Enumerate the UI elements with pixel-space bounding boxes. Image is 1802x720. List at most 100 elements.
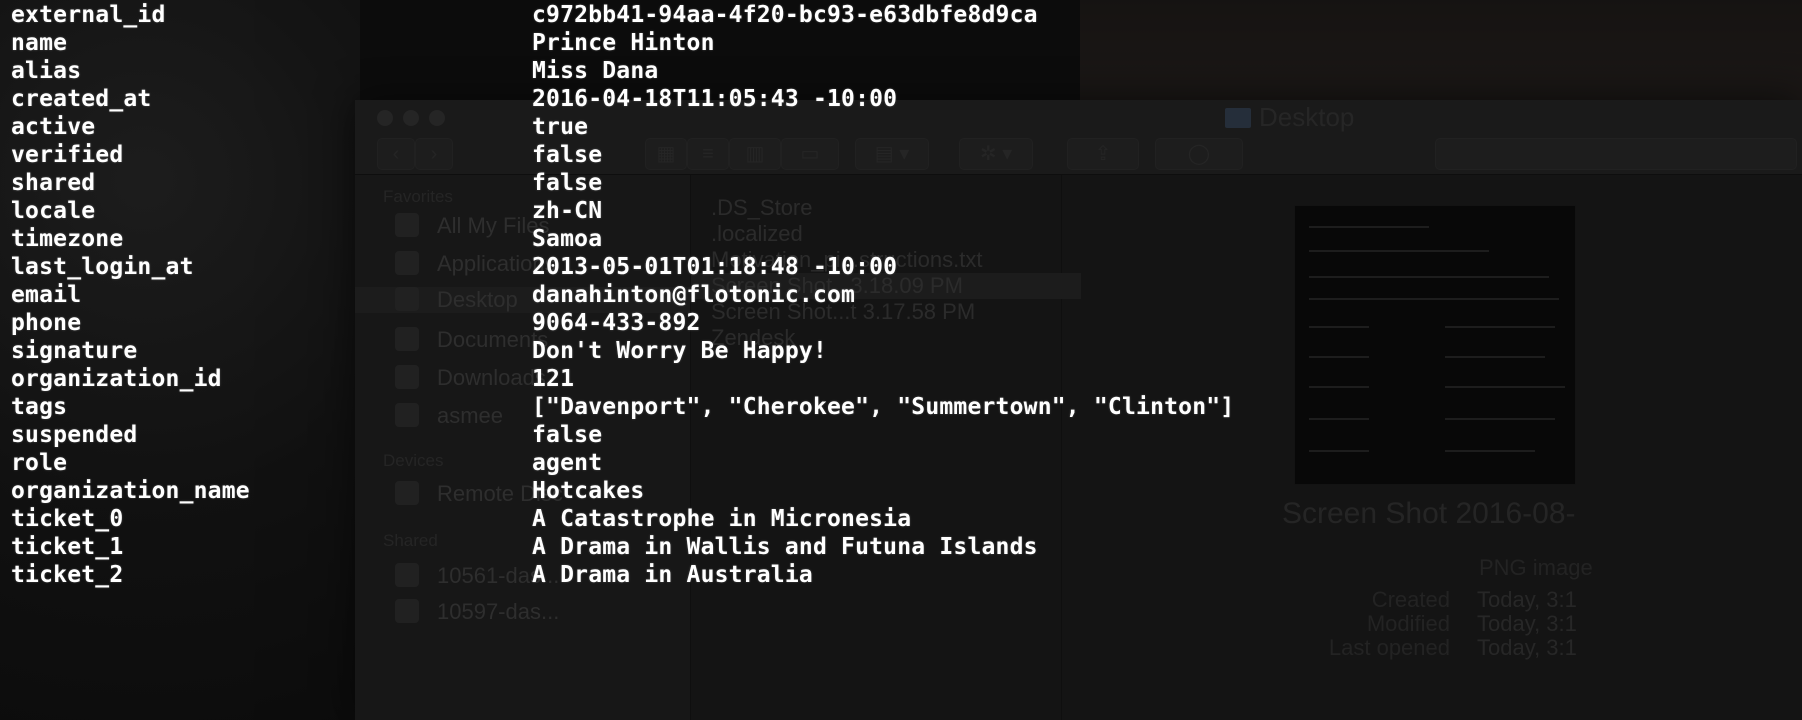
field-key: suspended <box>11 422 138 448</box>
thumbnail-line <box>1309 226 1429 228</box>
thumbnail-line <box>1309 326 1369 328</box>
field-key: signature <box>11 338 138 364</box>
thumbnail-line <box>1309 450 1369 452</box>
field-value: danahinton@flotonic.com <box>532 282 856 308</box>
field-key: role <box>11 450 68 476</box>
field-key: timezone <box>11 226 124 252</box>
field-key: ticket_2 <box>11 562 124 588</box>
finder-preview-pane: Screen Shot 2016-08- PNG image Created T… <box>1062 175 1802 720</box>
sidebar-item-label: Desktop <box>437 287 518 312</box>
field-value: 2016-04-18T11:05:43 -10:00 <box>532 86 898 112</box>
thumbnail-line <box>1445 386 1565 388</box>
network-computer-icon <box>395 599 419 623</box>
forward-button[interactable]: › <box>415 138 453 170</box>
thumbnail-line <box>1309 276 1549 278</box>
thumbnail-line <box>1309 418 1369 420</box>
field-value: ["Davenport", "Cherokee", "Summertown", … <box>532 394 1235 420</box>
field-key: ticket_1 <box>11 534 124 560</box>
field-key: active <box>11 114 96 140</box>
sidebar-item-downloads[interactable]: Downloads <box>395 365 546 391</box>
last-opened-value: Today, 3:1 <box>1477 635 1577 660</box>
search-field[interactable] <box>1435 138 1797 170</box>
sidebar-item-all-my-files[interactable]: All My Files <box>395 213 549 239</box>
list-view-button[interactable]: ≡ <box>687 138 729 170</box>
network-computer-icon <box>395 563 419 587</box>
field-value: zh-CN <box>532 198 603 224</box>
share-button[interactable]: ⇪ <box>1067 138 1139 170</box>
field-value: Don't Worry Be Happy! <box>532 338 827 364</box>
folder-icon <box>1225 108 1251 128</box>
file-item[interactable]: .DS_Store <box>711 195 813 221</box>
sidebar-item-shared-2[interactable]: 10597-das... <box>395 599 559 625</box>
field-value: Hotcakes <box>532 478 645 504</box>
last-opened-label: Last opened <box>1328 635 1450 660</box>
field-value: c972bb41-94aa-4f20-bc93-e63dbfe8d9ca <box>532 2 1038 28</box>
field-value: true <box>532 114 589 140</box>
field-key: tags <box>11 394 68 420</box>
thumbnail-line <box>1445 356 1545 358</box>
field-value: A Drama in Australia <box>532 562 813 588</box>
preview-file-name: Screen Shot 2016-08- <box>1282 497 1576 530</box>
sidebar-item-label: asmee <box>437 403 504 428</box>
disc-icon <box>395 481 419 505</box>
sidebar-item-documents[interactable]: Documents <box>395 327 548 353</box>
back-button[interactable]: ‹ <box>377 138 415 170</box>
field-key: phone <box>11 310 82 336</box>
field-key: email <box>11 282 82 308</box>
field-value: false <box>532 170 603 196</box>
field-value: 2013-05-01T01:18:48 -10:00 <box>532 254 898 280</box>
field-value: Prince Hinton <box>532 30 715 56</box>
field-key: name <box>11 30 68 56</box>
field-value: 121 <box>532 366 575 392</box>
thumbnail-line <box>1309 250 1489 252</box>
background-desktop: Desktop ‹ › ▦ ≡ ▥ ▭ ▤ ▾ ✲ ▾ ⇪ ◯ Favorite… <box>0 0 1802 720</box>
icon-view-button[interactable]: ▦ <box>645 138 687 170</box>
field-key: alias <box>11 58 82 84</box>
thumbnail-line <box>1445 450 1535 452</box>
field-key: created_at <box>11 86 152 112</box>
field-value: A Catastrophe in Micronesia <box>532 506 912 532</box>
preview-thumbnail <box>1294 205 1576 485</box>
field-key: organization_id <box>11 366 222 392</box>
desktop-icon <box>395 287 419 311</box>
action-gear-button[interactable]: ✲ ▾ <box>959 138 1033 170</box>
finder-window-title: Desktop <box>1225 102 1354 133</box>
close-window-button[interactable] <box>377 110 393 126</box>
field-value: Miss Dana <box>532 58 659 84</box>
field-value: Samoa <box>532 226 603 252</box>
files-icon <box>395 213 419 237</box>
field-key: external_id <box>11 2 166 28</box>
background-image-top <box>1080 0 1802 110</box>
thumbnail-line <box>1445 326 1555 328</box>
field-key: organization_name <box>11 478 250 504</box>
field-value: A Drama in Wallis and Futuna Islands <box>532 534 1038 560</box>
cover-flow-button[interactable]: ▭ <box>781 138 839 170</box>
zoom-window-button[interactable] <box>429 110 445 126</box>
thumbnail-line <box>1309 386 1369 388</box>
downloads-icon <box>395 365 419 389</box>
documents-icon <box>395 327 419 351</box>
field-value: false <box>532 422 603 448</box>
home-icon <box>395 403 419 427</box>
sidebar-item-home[interactable]: asmee <box>395 403 503 429</box>
thumbnail-line <box>1445 418 1555 420</box>
field-key: shared <box>11 170 96 196</box>
arrange-button[interactable]: ▤ ▾ <box>855 138 929 170</box>
favorites-header: Favorites <box>383 187 453 206</box>
window-title-text: Desktop <box>1259 102 1355 132</box>
column-view-button[interactable]: ▥ <box>729 138 781 170</box>
field-key: last_login_at <box>11 254 194 280</box>
preview-file-type: PNG image <box>1479 555 1593 580</box>
field-value: false <box>532 142 603 168</box>
field-key: verified <box>11 142 124 168</box>
sidebar-item-label: Downloads <box>437 365 546 390</box>
field-value: agent <box>532 450 603 476</box>
tag-button[interactable]: ◯ <box>1155 138 1243 170</box>
minimize-window-button[interactable] <box>403 110 419 126</box>
field-value: 9064-433-892 <box>532 310 701 336</box>
file-item[interactable]: .localized <box>711 221 803 247</box>
field-key: ticket_0 <box>11 506 124 532</box>
applications-icon <box>395 251 419 275</box>
created-label: Created <box>1371 587 1450 612</box>
shared-header: Shared <box>383 531 438 550</box>
